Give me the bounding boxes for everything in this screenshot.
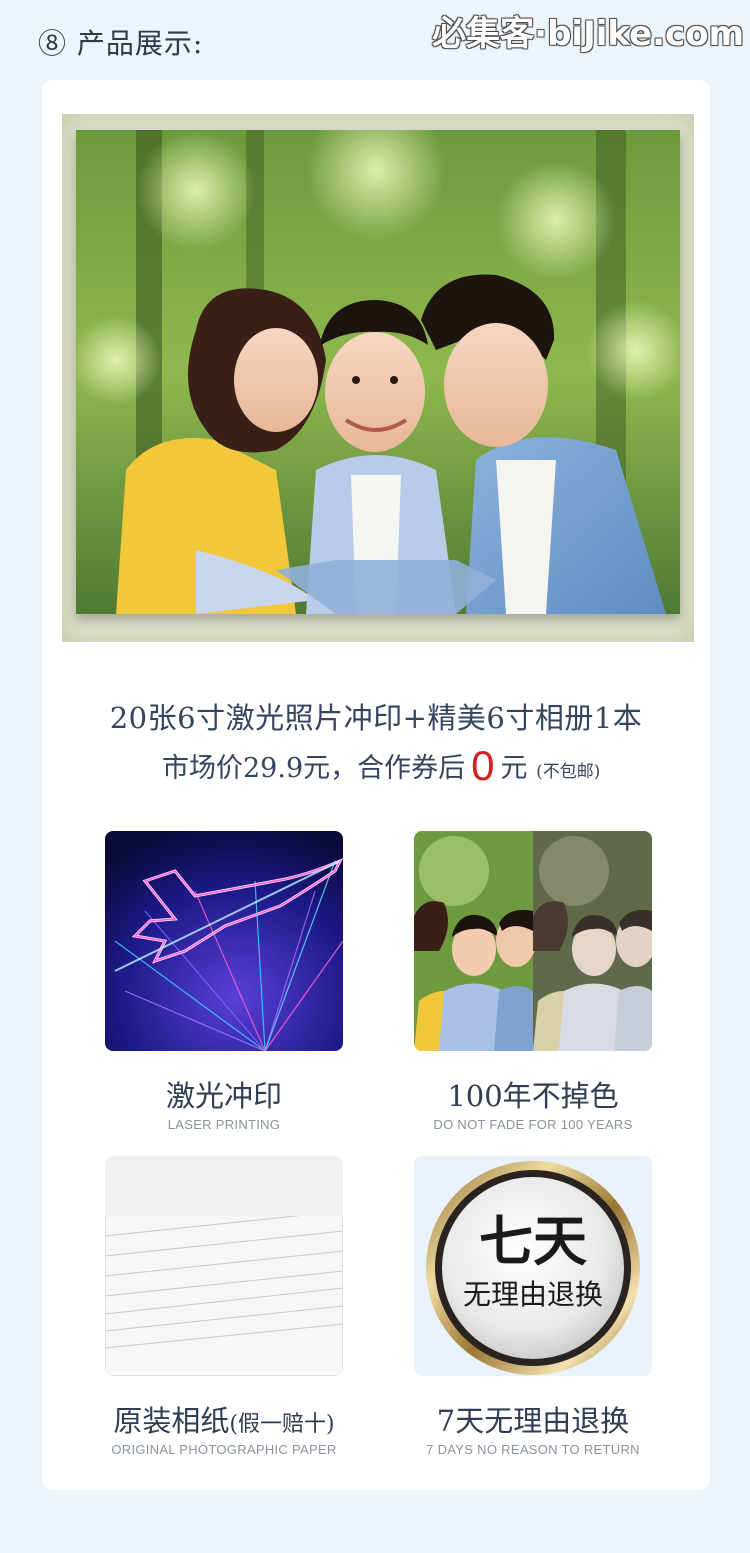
- feature-original-paper: 原装相纸(假一赔十) ORIGINAL PHOTOGRAPHIC PAPER: [105, 1156, 343, 1457]
- feature-subtitle: DO NOT FADE FOR 100 YEARS: [433, 1117, 633, 1132]
- badge-line1: 七天: [479, 1210, 587, 1273]
- price-prefix: 市场价29.9元，合作券后: [162, 753, 466, 784]
- feature-title-text: 原装相纸: [113, 1404, 230, 1438]
- fade-comparison-image: [414, 831, 652, 1051]
- feature-title: 7天无理由退换: [414, 1398, 652, 1440]
- feature-seven-day-return: 七天 无理由退换 7天无理由退换 7 DAYS NO REASON TO RET…: [414, 1156, 652, 1457]
- product-photo-frame: [62, 114, 694, 642]
- feature-subtitle: LASER PRINTING: [167, 1117, 281, 1132]
- feature-title-suffix: (假一赔十): [229, 1412, 335, 1437]
- price-unit: 元: [500, 753, 528, 784]
- laser-plane-image: [105, 831, 343, 1051]
- watermark: 必集客·biJike.com: [432, 14, 744, 54]
- price-value: 0: [471, 742, 495, 789]
- section-title: ⑧ 产品展示:: [38, 27, 204, 60]
- feature-no-fade: 100年不掉色 DO NOT FADE FOR 100 YEARS: [414, 831, 652, 1132]
- product-headline: 20张6寸激光照片冲印+精美6寸相册1本: [109, 701, 643, 735]
- price-note: (不包邮): [536, 762, 601, 782]
- badge-line2: 无理由退换: [463, 1278, 603, 1311]
- paper-stack-image: [105, 1156, 343, 1376]
- feature-title: 激光冲印: [105, 1073, 343, 1115]
- feature-title-text: 7天无理由退换: [436, 1404, 630, 1438]
- feature-subtitle: ORIGINAL PHOTOGRAPHIC PAPER: [111, 1442, 337, 1457]
- feature-laser-printing: 激光冲印 LASER PRINTING: [105, 831, 343, 1132]
- feature-title: 100年不掉色: [414, 1073, 652, 1115]
- family-photo: [76, 130, 680, 614]
- feature-title-text: 100年不掉色: [447, 1079, 619, 1113]
- return-badge-image: 七天 无理由退换: [414, 1156, 652, 1376]
- feature-title: 原装相纸(假一赔十): [105, 1398, 343, 1440]
- price-line: 市场价29.9元，合作券后 0 元 (不包邮): [162, 742, 600, 790]
- feature-title-text: 激光冲印: [165, 1079, 282, 1113]
- feature-subtitle: 7 DAYS NO REASON TO RETURN: [426, 1442, 640, 1457]
- product-card: 20张6寸激光照片冲印+精美6寸相册1本 市场价29.9元，合作券后 0 元 (不包…: [42, 80, 710, 1490]
